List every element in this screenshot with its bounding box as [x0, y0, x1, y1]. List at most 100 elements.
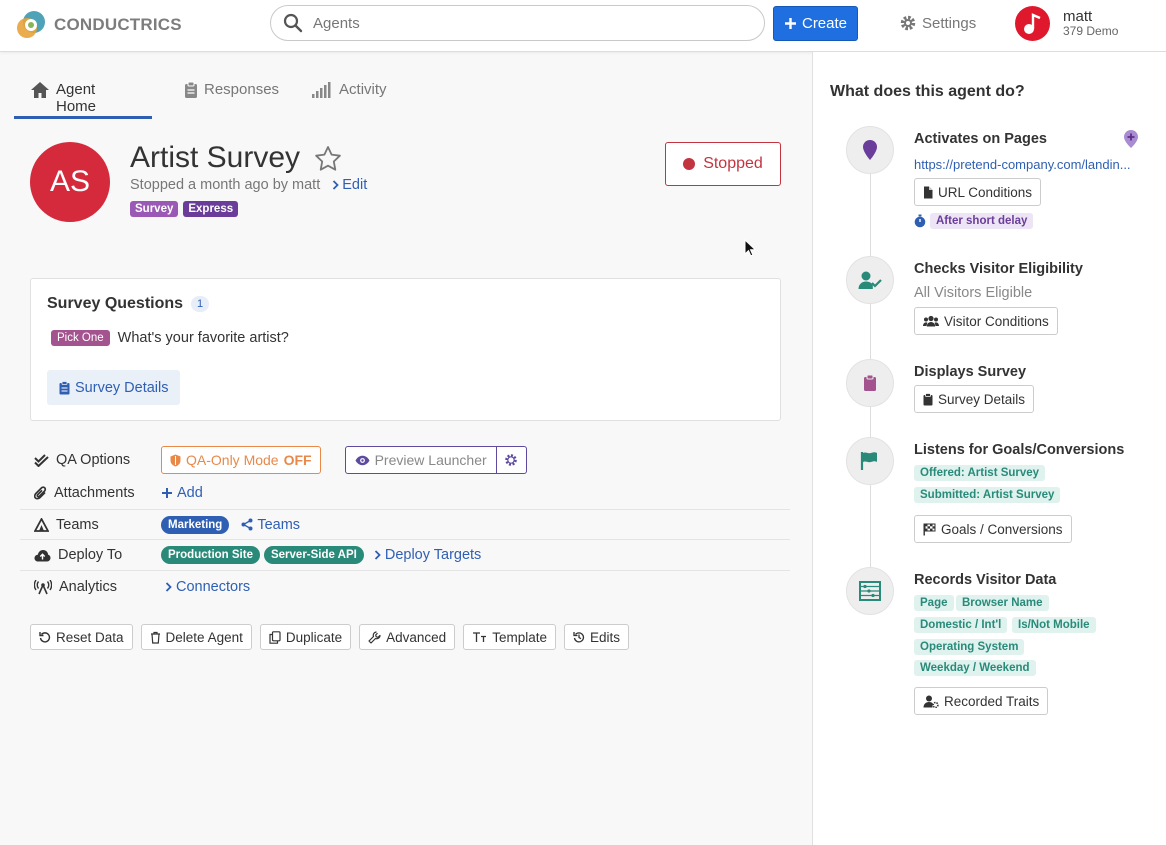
advanced-button[interactable]: Advanced	[359, 624, 456, 650]
step-eligibility-icon	[846, 256, 894, 304]
agent-avatar: AS	[30, 142, 110, 222]
delete-agent-button[interactable]: Delete Agent	[140, 624, 252, 650]
reset-data-button[interactable]: Reset Data	[30, 624, 133, 650]
agent-name: Artist Survey	[130, 141, 301, 174]
question-item[interactable]: Pick One What's your favorite artist?	[51, 330, 289, 346]
tab-agent-home[interactable]: Agent Home	[14, 72, 152, 119]
paperclip-icon	[34, 485, 47, 501]
recorded-traits-button[interactable]: Recorded Traits	[914, 687, 1049, 715]
qa-mode-value: OFF	[283, 452, 312, 468]
tab-activity[interactable]: Activity	[311, 72, 387, 119]
trait-tag-mobile: Is/Not Mobile	[1012, 617, 1096, 633]
create-label: Create	[801, 15, 848, 32]
survey-details-label: Survey Details	[75, 379, 169, 396]
add-label: Add	[177, 485, 203, 501]
template-label: Template	[492, 629, 547, 645]
signal-icon	[311, 81, 333, 99]
wrench-icon	[368, 630, 381, 644]
preview-launcher-button[interactable]: Preview Launcher	[344, 446, 497, 474]
tab-responses[interactable]: Responses	[184, 72, 279, 119]
edits-label: Edits	[589, 629, 620, 645]
avatar	[1015, 6, 1050, 41]
template-button[interactable]: Template	[463, 624, 556, 650]
reset-data-label: Reset Data	[56, 629, 124, 645]
copy-icon	[269, 630, 281, 644]
attachments-row: Attachments Add	[20, 477, 790, 510]
settings-link[interactable]: Settings	[899, 14, 976, 32]
plus-icon	[784, 17, 797, 30]
visitor-conditions-button[interactable]: Visitor Conditions	[914, 307, 1058, 335]
goals-conversions-label: Goals / Conversions	[941, 521, 1063, 537]
panel-title: What does this agent do?	[830, 83, 1025, 100]
settings-label: Settings	[922, 14, 977, 32]
survey-details-button[interactable]: Survey Details	[47, 370, 181, 405]
main-content: Agent Home Responses Activity AS Artist …	[0, 52, 812, 845]
star-icon[interactable]	[314, 145, 342, 172]
deploy-targets-link[interactable]: Deploy Targets	[374, 547, 481, 563]
tab-label: Activity	[339, 81, 387, 98]
edit-link[interactable]: Edit	[332, 177, 367, 193]
recorded-traits-label: Recorded Traits	[944, 693, 1040, 709]
trait-tag-operating-system: Operating System	[914, 639, 1025, 655]
mouse-cursor-icon	[744, 239, 756, 257]
gear-icon	[504, 453, 518, 467]
status-toggle-button[interactable]: Stopped	[665, 142, 781, 186]
step-displays-title: Displays Survey	[914, 364, 1027, 380]
share-icon	[241, 518, 253, 531]
url-conditions-button[interactable]: URL Conditions	[914, 178, 1042, 206]
edits-button[interactable]: Edits	[563, 624, 629, 650]
cloud-upload-icon	[34, 549, 51, 562]
double-check-icon	[34, 453, 49, 467]
step-pages-url[interactable]: https://pretend-company.com/landin...	[914, 157, 1131, 172]
goals-conversions-button[interactable]: Goals / Conversions	[914, 515, 1072, 543]
stopwatch-icon	[914, 214, 926, 228]
search-input[interactable]	[313, 14, 733, 32]
preview-settings-button[interactable]	[496, 446, 527, 474]
preview-launcher-group: Preview Launcher	[344, 446, 527, 474]
teams-label: Teams	[56, 516, 99, 533]
step-goals-title: Listens for Goals/Conversions	[914, 442, 1125, 458]
edit-label: Edit	[342, 177, 368, 193]
add-location-icon[interactable]	[1123, 129, 1139, 149]
duplicate-button[interactable]: Duplicate	[259, 624, 352, 650]
top-bar: CONDUCTRICS Create Settings matt 379 Dem…	[0, 0, 1166, 52]
connectors-link[interactable]: Connectors	[165, 579, 250, 595]
attachments-label: Attachments	[54, 485, 135, 501]
step-pages-title: Activates on Pages	[914, 131, 1047, 147]
clipboard-icon	[923, 392, 933, 406]
qa-options-label: QA Options	[56, 452, 131, 468]
teams-link[interactable]: Teams	[241, 517, 300, 533]
analytics-label: Analytics	[59, 579, 118, 595]
add-attachment-link[interactable]: Add	[161, 485, 203, 501]
trait-tag-page: Page	[914, 595, 954, 611]
history-icon	[573, 631, 585, 643]
side-survey-details-button[interactable]: Survey Details	[914, 385, 1035, 413]
logo[interactable]: CONDUCTRICS	[14, 8, 182, 42]
trait-tag-weekday-weekend: Weekday / Weekend	[914, 660, 1036, 676]
qa-only-mode-button[interactable]: QA-Only Mode OFF	[161, 446, 321, 474]
home-icon	[30, 81, 50, 99]
users-icon	[923, 315, 939, 327]
status-label: Stopped	[703, 155, 763, 172]
card-title: Survey Questions	[47, 295, 184, 312]
tab-label: Agent Home	[56, 81, 97, 115]
search-bar[interactable]	[270, 5, 765, 41]
trait-tag-domestic-intl: Domestic / Int'l	[914, 617, 1008, 633]
tent-icon	[34, 517, 49, 532]
chevron-right-icon	[165, 582, 172, 592]
duplicate-label: Duplicate	[285, 629, 343, 645]
deploy-chip-server-side-api: Server-Side API	[263, 546, 364, 564]
user-menu[interactable]: matt 379 Demo	[1015, 6, 1118, 41]
connectors-label: Connectors	[176, 579, 251, 595]
eye-icon	[355, 455, 370, 466]
clipboard-icon	[59, 380, 70, 395]
agent-actions: Reset Data Delete Agent Duplicate Advanc…	[30, 624, 629, 650]
advanced-label: Advanced	[386, 629, 447, 645]
deploy-targets-label: Deploy Targets	[384, 547, 482, 563]
logo-text: CONDUCTRICS	[54, 15, 182, 34]
teams-link-label: Teams	[257, 516, 301, 533]
delete-agent-label: Delete Agent	[165, 629, 243, 645]
tab-label: Responses	[204, 81, 280, 98]
create-button[interactable]: Create	[773, 6, 858, 41]
question-text: What's your favorite artist?	[117, 330, 289, 346]
